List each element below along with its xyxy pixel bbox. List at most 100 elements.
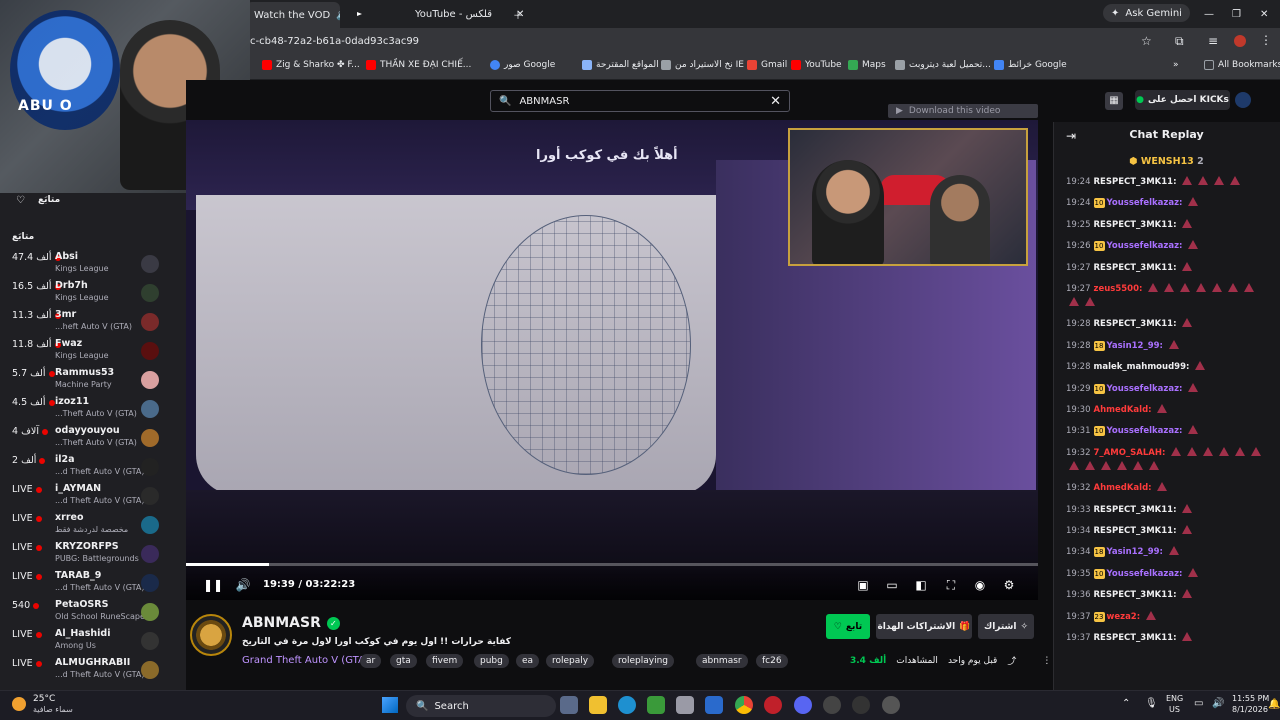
xbox-icon[interactable] <box>647 696 665 714</box>
sidebar-channel[interactable]: LIVE i_AYMAN ...d Theft Auto V (GTA) <box>0 481 186 510</box>
vod-search-box[interactable]: 🔍 ABNMASR ✕ <box>490 90 790 112</box>
sidebar-channel[interactable]: 11.8 ألف Fwaz Kings League <box>0 336 186 365</box>
notifications-icon[interactable]: 🔔 <box>1268 699 1280 710</box>
app-icon[interactable] <box>764 696 782 714</box>
sidebar-channel[interactable]: 540 PetaOSRS Old School RuneScape <box>0 597 186 626</box>
share-icon[interactable]: ⤴ <box>1007 654 1016 667</box>
tag-chip[interactable]: abnmasr <box>696 654 748 668</box>
chrome-icon[interactable] <box>735 696 753 714</box>
chat-username[interactable]: RESPECT_3MK11: <box>1094 177 1177 187</box>
chat-username[interactable]: RESPECT_3MK11: <box>1094 505 1177 515</box>
theatre-mode-icon[interactable]: ▭ <box>884 577 900 593</box>
menu-icon[interactable]: ⋮ <box>1260 33 1272 47</box>
sidebar-channel[interactable]: 16.5 ألف Drb7h Kings League <box>0 278 186 307</box>
clock-time[interactable]: 11:55 PM <box>1232 694 1269 703</box>
microphone-icon[interactable]: 🎙 <box>1145 698 1158 709</box>
minimize-icon[interactable]: — <box>1196 4 1222 24</box>
chat-username[interactable]: Youssefelkazaz: <box>1107 569 1183 579</box>
more-bookmarks-icon[interactable]: » <box>1173 60 1179 70</box>
task-view-icon[interactable] <box>560 696 578 714</box>
maximize-icon[interactable]: ❐ <box>1224 4 1249 24</box>
chat-username[interactable]: RESPECT_3MK11: <box>1094 526 1177 536</box>
address-bar[interactable]: c-cb48-72a2-b61a-0dad93c3ac99 ☆ ⧉ ≡ ⋮ <box>250 28 1280 56</box>
weather-temp[interactable]: 25°C <box>33 694 55 704</box>
subscribe-button[interactable]: اشتراك ✧ <box>978 614 1034 639</box>
chat-username[interactable]: AhmedKald: <box>1094 405 1152 415</box>
bookmark-item[interactable]: Zig & Sharko ✤ F... <box>262 60 360 70</box>
file-explorer-icon[interactable] <box>589 696 607 714</box>
chat-username[interactable]: RESPECT_3MK11: <box>1094 590 1177 600</box>
tag-chip[interactable]: gta <box>390 654 417 668</box>
bookmark-item[interactable]: صور Google <box>490 60 555 70</box>
tab-youtube[interactable]: YouTube - قلكس ✕ <box>345 4 530 24</box>
sidebar-channel[interactable]: 5.7 ألف Rammus53 Machine Party <box>0 365 186 394</box>
close-window-icon[interactable]: ✕ <box>1252 4 1276 24</box>
chat-username[interactable]: RESPECT_3MK11: <box>1094 319 1177 329</box>
new-tab-button[interactable]: ＋ <box>505 4 531 24</box>
follow-button[interactable]: ♡ تابع <box>826 614 870 639</box>
get-kicks-button[interactable]: ● احصل على KICKs <box>1135 90 1230 110</box>
profile-badge-icon[interactable] <box>1235 92 1251 108</box>
gift-subs-button[interactable]: الاشتراكات الهداة 🎁 <box>876 614 972 639</box>
url-text[interactable]: c-cb48-72a2-b61a-0dad93c3ac99 <box>250 36 419 47</box>
tag-chip[interactable]: rolepaly <box>546 654 595 668</box>
bookmark-item[interactable]: THẦN XE ĐẠI CHIẾ... <box>366 60 471 70</box>
bookmark-item[interactable]: خرائط Google <box>994 60 1067 70</box>
bookmark-item[interactable]: تحميل لعبة ديتروبت... <box>895 60 991 70</box>
extensions-icon[interactable]: ⧉ <box>1175 34 1184 49</box>
search-input[interactable]: ABNMASR <box>519 96 762 107</box>
sidebar-channel[interactable]: LIVE TARAB_9 ...d Theft Auto V (GTA) <box>0 568 186 597</box>
pause-icon[interactable]: ❚❚ <box>203 577 223 593</box>
more-options-icon[interactable]: ⋮ <box>1042 656 1051 666</box>
windows-start-icon[interactable] <box>382 697 398 713</box>
download-video-button[interactable]: ▶ Download this video <box>888 104 1038 118</box>
clear-search-icon[interactable]: ✕ <box>770 94 781 109</box>
chat-username[interactable]: RESPECT_3MK11: <box>1094 263 1177 273</box>
sidebar-channel[interactable]: 11.3 ألف 3mr ...heft Auto V (GTA) <box>0 307 186 336</box>
chat-username[interactable]: 7_AMO_SALAH: <box>1094 448 1166 458</box>
chat-username[interactable]: RESPECT_3MK11: <box>1094 220 1177 230</box>
sidebar-channel[interactable]: 4.5 ألف izoz11 ...Theft Auto V (GTA) <box>0 394 186 423</box>
bookmark-item[interactable]: YouTube <box>791 60 842 70</box>
taskbar-search[interactable]: 🔍 Search <box>406 695 556 717</box>
star-icon[interactable]: ☆ <box>1141 34 1152 48</box>
tag-chip[interactable]: fivem <box>426 654 464 668</box>
volume-icon[interactable]: 🔊 <box>235 577 251 593</box>
ask-gemini-button[interactable]: ✦ Ask Gemini <box>1103 4 1190 22</box>
chat-username[interactable]: Youssefelkazaz: <box>1107 241 1183 251</box>
tag-chip[interactable]: fc26 <box>756 654 788 668</box>
sidebar-channel[interactable]: LIVE KRYZORFPS PUBG: Battlegrounds <box>0 539 186 568</box>
discord-icon[interactable] <box>794 696 812 714</box>
sidebar-channel[interactable]: LIVE Al_Hashidi Among Us <box>0 626 186 655</box>
bookmark-item[interactable]: المواقع المقترحة <box>582 60 659 70</box>
chat-username[interactable]: zeus5500: <box>1094 284 1143 294</box>
chat-username[interactable]: malek_mahmoud99: <box>1094 362 1190 372</box>
chat-username[interactable]: Youssefelkazaz: <box>1107 384 1183 394</box>
miniplayer-icon[interactable]: ◧ <box>913 577 929 593</box>
chat-username[interactable]: Youssefelkazaz: <box>1107 426 1183 436</box>
edge-icon[interactable] <box>618 696 636 714</box>
sidebar-channel[interactable]: LIVE ALMUGHRABII ...d Theft Auto V (GTA) <box>0 655 186 684</box>
tag-chip[interactable]: ar <box>360 654 382 668</box>
channel-avatar[interactable] <box>190 614 232 656</box>
bookmark-item[interactable]: نخ الاستيراد من IE <box>661 60 744 70</box>
heart-icon[interactable]: ♡ <box>16 195 25 206</box>
app-icon[interactable] <box>852 696 870 714</box>
chat-username[interactable]: Yasin12_99: <box>1107 341 1163 351</box>
chat-username[interactable]: AhmedKald: <box>1094 483 1152 493</box>
sidebar-channel[interactable]: 4 آلاف odayyouyou ...Theft Auto V (GTA) <box>0 423 186 452</box>
seek-bar[interactable] <box>186 563 1038 566</box>
speed-icon[interactable]: ◉ <box>972 577 988 593</box>
clip-icon[interactable]: ▣ <box>855 577 871 593</box>
chat-username[interactable]: Youssefelkazaz: <box>1107 198 1183 208</box>
tab-watch-vod[interactable]: Watch the VOD 🔈 ✕ <box>246 2 340 28</box>
chat-username[interactable]: Yasin12_99: <box>1107 547 1163 557</box>
settings-icon[interactable] <box>882 696 900 714</box>
tray-chevron-icon[interactable]: ⌃ <box>1122 698 1130 709</box>
reading-list-icon[interactable]: ≡ <box>1208 34 1218 48</box>
language-indicator[interactable]: ENG <box>1166 694 1183 703</box>
sidebar-channel[interactable]: LIVE xrreo مخصصة لدردشة فقط <box>0 510 186 539</box>
tag-chip[interactable]: pubg <box>474 654 509 668</box>
tag-chip[interactable]: ea <box>516 654 540 668</box>
layout-icon[interactable]: ▦ <box>1105 92 1123 110</box>
